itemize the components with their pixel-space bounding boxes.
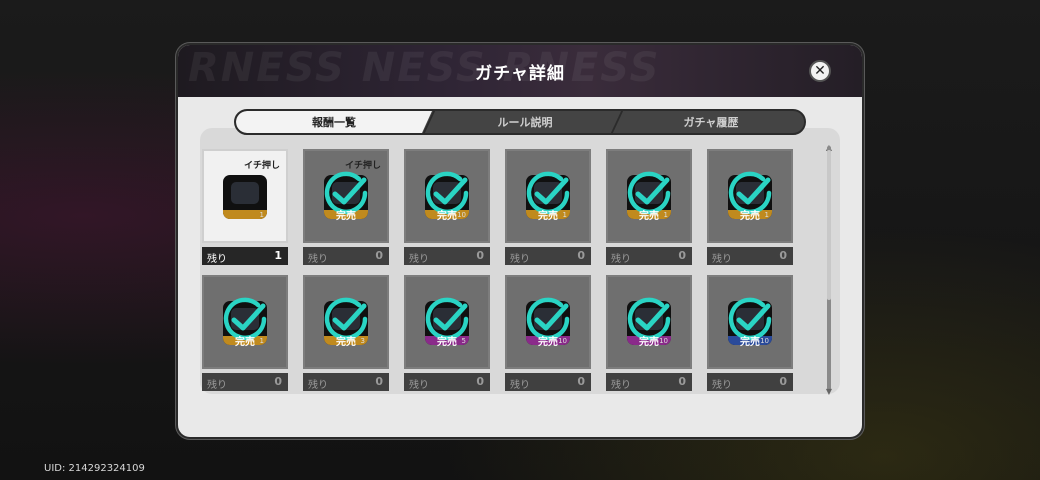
reward-card[interactable]: 1 完売 残り 0 — [707, 149, 793, 265]
item-quantity: 1 — [259, 211, 264, 219]
remaining-count: 0 — [678, 249, 686, 262]
remaining-bar: 残り 0 — [404, 247, 490, 265]
remaining-bar: 残り 0 — [606, 373, 692, 391]
reward-card[interactable]: 1 完売 残り 0 — [606, 149, 692, 265]
remaining-bar: 残り 0 — [707, 373, 793, 391]
sold-out-label: 完売 — [538, 211, 558, 222]
sold-out-label: 完売 — [740, 337, 760, 348]
dialog-title: ガチャ詳細 — [475, 64, 565, 84]
remaining-label: 残り — [611, 254, 631, 265]
remaining-label: 残り — [207, 380, 227, 391]
sold-out-label: 完売 — [639, 211, 659, 222]
remaining-count: 0 — [779, 249, 787, 262]
reward-card[interactable]: 10 完売 残り 0 — [707, 275, 793, 391]
recommended-tag: イチ押し — [243, 161, 280, 171]
sold-out-label: 完売 — [437, 211, 457, 222]
scrollbar[interactable] — [827, 146, 831, 392]
remaining-count: 0 — [476, 375, 484, 388]
remaining-bar: 残り 0 — [303, 247, 389, 265]
tab-history[interactable]: ガチャ履歴 — [618, 111, 804, 133]
remaining-label: 残り — [611, 380, 631, 391]
remaining-count: 0 — [779, 375, 787, 388]
remaining-bar: 残り 0 — [606, 247, 692, 265]
remaining-bar: 残り 0 — [202, 373, 288, 391]
item-art — [231, 182, 259, 204]
remaining-bar: 残り 1 — [202, 247, 288, 265]
sold-out-label: 完売 — [639, 337, 659, 348]
remaining-label: 残り — [308, 254, 328, 265]
remaining-count: 0 — [274, 375, 282, 388]
sold-out-label: 完売 — [235, 337, 255, 348]
scroll-down-icon[interactable]: ▼ — [824, 388, 834, 396]
remaining-label: 残り — [207, 254, 227, 265]
remaining-bar: 残り 0 — [303, 373, 389, 391]
sold-out-label: 完売 — [538, 337, 558, 348]
reward-grid: イチ押し 1 残り 1 イチ押し 完売 残り 0 10 完売 残り 0 1 完売 残り 0 1 完売 残り 0 1 完売残… — [24, 104, 793, 391]
remaining-count: 0 — [375, 249, 383, 262]
reward-card[interactable]: 3 完売 残り 0 — [303, 275, 389, 391]
remaining-bar: 残り 0 — [505, 373, 591, 391]
uid-text: UID: 214292324109 — [44, 463, 145, 474]
sold-out-label: 完売 — [336, 211, 356, 222]
reward-card[interactable]: 1 完売 残り 0 — [202, 275, 288, 391]
remaining-label: 残り — [409, 254, 429, 265]
remaining-count: 0 — [577, 375, 585, 388]
remaining-count: 0 — [375, 375, 383, 388]
remaining-label: 残り — [510, 380, 530, 391]
close-button[interactable]: ✕ — [809, 60, 831, 82]
remaining-bar: 残り 0 — [505, 247, 591, 265]
sold-out-label: 完売 — [437, 337, 457, 348]
remaining-count: 0 — [678, 375, 686, 388]
remaining-count: 0 — [577, 249, 585, 262]
remaining-count: 0 — [476, 249, 484, 262]
dialog-header: RNESS NESS RNESS ガチャ詳細 ✕ — [178, 45, 862, 97]
remaining-label: 残り — [712, 380, 732, 391]
reward-card[interactable]: 5 完売 残り 0 — [404, 275, 490, 391]
scrollbar-thumb[interactable] — [827, 150, 831, 300]
reward-card[interactable]: イチ押し 完売 残り 0 — [303, 149, 389, 265]
remaining-count: 1 — [274, 249, 282, 262]
sold-out-label: 完売 — [336, 337, 356, 348]
reward-item-icon: 1 — [223, 175, 267, 219]
remaining-label: 残り — [409, 380, 429, 391]
reward-card[interactable]: イチ押し 1 残り 1 — [202, 149, 288, 265]
remaining-label: 残り — [712, 254, 732, 265]
remaining-label: 残り — [510, 254, 530, 265]
remaining-bar: 残り 0 — [707, 247, 793, 265]
remaining-label: 残り — [308, 380, 328, 391]
reward-card[interactable]: 1 完売 残り 0 — [505, 149, 591, 265]
remaining-bar: 残り 0 — [404, 373, 490, 391]
reward-card[interactable]: 10 完売 残り 0 — [606, 275, 692, 391]
reward-card[interactable]: 10 完売 残り 0 — [404, 149, 490, 265]
reward-card[interactable]: 10 完売 残り 0 — [505, 275, 591, 391]
sold-out-label: 完売 — [740, 211, 760, 222]
